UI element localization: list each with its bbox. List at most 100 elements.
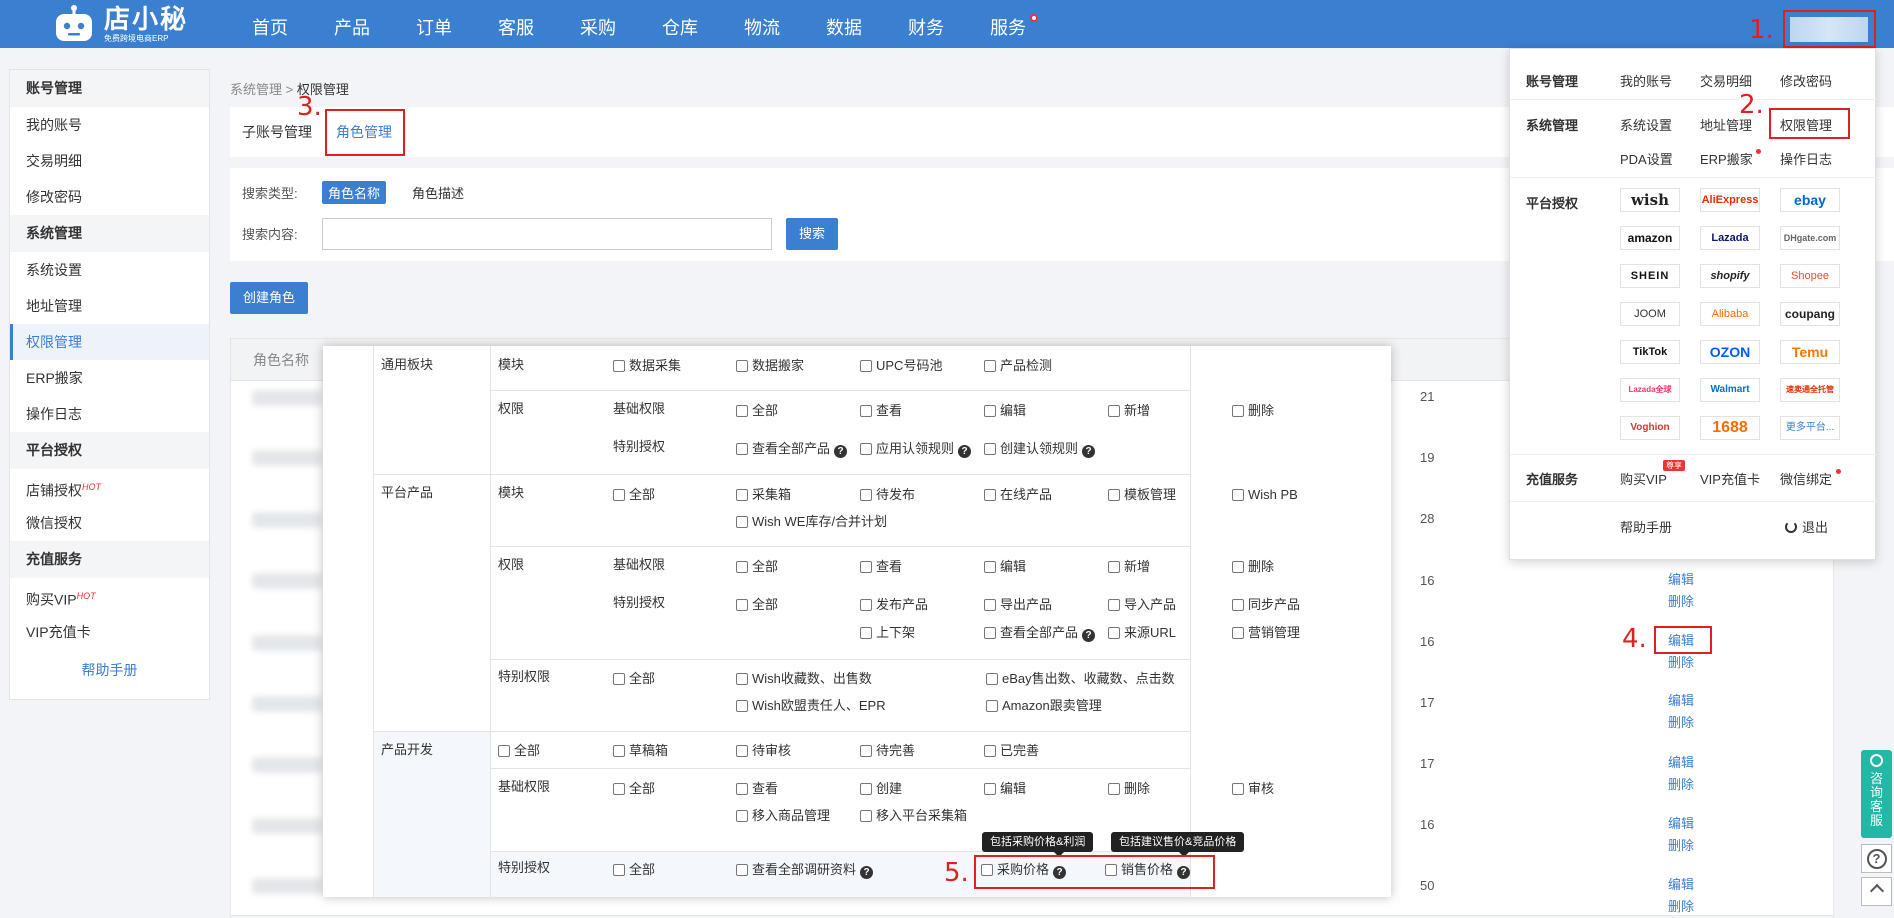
checkbox[interactable] bbox=[984, 489, 996, 501]
checkbox[interactable] bbox=[860, 810, 872, 822]
perm-checkbox[interactable]: 导出产品 bbox=[984, 596, 1052, 614]
perm-checkbox[interactable]: 上下架 bbox=[860, 624, 915, 642]
platform-shopee-logo[interactable]: Shopee bbox=[1780, 264, 1840, 288]
sidebar-item-change-password[interactable]: 修改密码 bbox=[10, 179, 209, 215]
perm-checkbox[interactable]: 全部 bbox=[736, 402, 778, 420]
sidebar-item-buy-vip[interactable]: 购买VIPHOT bbox=[10, 578, 209, 614]
delete-link[interactable]: 删除 bbox=[1668, 835, 1694, 857]
help-icon[interactable]: ? bbox=[860, 866, 874, 879]
perm-checkbox[interactable]: Wish PB bbox=[1232, 486, 1298, 504]
perm-checkbox[interactable]: 已完善 bbox=[984, 742, 1039, 760]
search-button[interactable]: 搜索 bbox=[786, 218, 838, 250]
checkbox[interactable] bbox=[984, 360, 996, 372]
perm-checkbox[interactable]: 采集箱 bbox=[736, 486, 791, 504]
delete-link[interactable]: 删除 bbox=[1668, 712, 1694, 734]
nav-home[interactable]: 首页 bbox=[252, 0, 288, 48]
perm-checkbox[interactable]: 查看全部调研资料? bbox=[736, 861, 874, 879]
checkbox[interactable] bbox=[736, 864, 748, 876]
perm-checkbox[interactable]: 数据采集 bbox=[613, 357, 681, 375]
checkbox[interactable] bbox=[1108, 627, 1120, 639]
nav-warehouse[interactable]: 仓库 bbox=[662, 0, 698, 48]
perm-checkbox[interactable]: 编辑 bbox=[984, 402, 1026, 420]
breadcrumb-parent[interactable]: 系统管理 bbox=[230, 82, 282, 97]
dd-vip-card[interactable]: VIP充值卡 bbox=[1700, 469, 1760, 488]
platform-dhgate-logo[interactable]: DHgate.com bbox=[1780, 226, 1840, 250]
checkbox[interactable] bbox=[736, 810, 748, 822]
dd-logout[interactable]: 退出 bbox=[1785, 517, 1828, 536]
perm-checkbox[interactable]: 在线产品 bbox=[984, 486, 1052, 504]
delete-link[interactable]: 删除 bbox=[1668, 896, 1694, 918]
platform-1688-logo[interactable]: 1688 bbox=[1700, 416, 1760, 440]
perm-checkbox[interactable]: 导入产品 bbox=[1108, 596, 1176, 614]
dd-help[interactable]: 帮助手册 bbox=[1620, 517, 1672, 536]
help-icon[interactable]: ? bbox=[1082, 445, 1096, 458]
perm-checkbox[interactable]: 同步产品 bbox=[1232, 596, 1300, 614]
delete-link[interactable]: 删除 bbox=[1668, 591, 1694, 613]
checkbox[interactable] bbox=[736, 360, 748, 372]
perm-checkbox[interactable]: 查看 bbox=[860, 558, 902, 576]
sidebar-item-erp-move[interactable]: ERP搬家 bbox=[10, 360, 209, 396]
edit-link[interactable]: 编辑 bbox=[1668, 813, 1694, 835]
search-type-desc[interactable]: 角色描述 bbox=[406, 181, 470, 204]
dd-change-password[interactable]: 修改密码 bbox=[1780, 71, 1832, 90]
checkbox[interactable] bbox=[613, 360, 625, 372]
perm-checkbox[interactable]: Amazon跟卖管理 bbox=[986, 697, 1102, 715]
perm-checkbox[interactable]: 新增 bbox=[1108, 558, 1150, 576]
edit-link[interactable]: 编辑 bbox=[1668, 569, 1694, 591]
perm-checkbox[interactable]: 查看 bbox=[736, 780, 778, 798]
perm-checkbox[interactable]: 来源URL bbox=[1108, 624, 1176, 642]
checkbox[interactable] bbox=[860, 443, 872, 455]
perm-checkbox[interactable]: 创建 bbox=[860, 780, 902, 798]
checkbox[interactable] bbox=[986, 700, 998, 712]
checkbox[interactable] bbox=[736, 700, 748, 712]
perm-checkbox[interactable]: 应用认领规则? bbox=[860, 440, 972, 458]
perm-checkbox[interactable]: UPC号码池 bbox=[860, 357, 942, 375]
perm-checkbox[interactable]: 查看 bbox=[860, 402, 902, 420]
checkbox[interactable] bbox=[736, 443, 748, 455]
perm-checkbox[interactable]: 删除 bbox=[1108, 780, 1150, 798]
checkbox[interactable] bbox=[1232, 561, 1244, 573]
checkbox[interactable] bbox=[736, 745, 748, 757]
perm-checkbox[interactable]: 删除 bbox=[1232, 558, 1274, 576]
nav-purchase[interactable]: 采购 bbox=[580, 0, 616, 48]
checkbox[interactable] bbox=[736, 599, 748, 611]
perm-checkbox[interactable]: Wish欧盟责任人、EPR bbox=[736, 697, 886, 715]
platform-ebay-logo[interactable]: ebay bbox=[1780, 188, 1840, 212]
perm-checkbox[interactable]: 全部 bbox=[613, 780, 655, 798]
sidebar-item-store-auth[interactable]: 店铺授权HOT bbox=[10, 469, 209, 505]
platform-walmart-logo[interactable]: Walmart bbox=[1700, 378, 1760, 402]
delete-link[interactable]: 删除 bbox=[1668, 774, 1694, 796]
checkbox[interactable] bbox=[1108, 405, 1120, 417]
search-type-name[interactable]: 角色名称 bbox=[322, 181, 387, 204]
platform-lazada-global-logo[interactable]: Lazada全球 bbox=[1620, 378, 1680, 402]
perm-checkbox[interactable]: Wish收藏数、出售数 bbox=[736, 670, 872, 688]
sidebar-item-wechat-auth[interactable]: 微信授权 bbox=[10, 505, 209, 541]
nav-data[interactable]: 数据 bbox=[826, 0, 862, 48]
nav-services[interactable]: 服务 bbox=[990, 0, 1038, 48]
edit-link[interactable]: 编辑 bbox=[1668, 752, 1694, 774]
edit-link[interactable]: 编辑 bbox=[1668, 690, 1694, 712]
search-input[interactable] bbox=[322, 218, 772, 250]
sidebar-item-my-account[interactable]: 我的账号 bbox=[10, 107, 209, 143]
dd-buy-vip[interactable]: 购买VIP bbox=[1620, 469, 1667, 488]
platform-aliexpress-logo[interactable]: AliExpress bbox=[1700, 188, 1760, 212]
dd-transactions[interactable]: 交易明细 bbox=[1700, 71, 1752, 90]
platform-tiktok-logo[interactable]: TikTok bbox=[1620, 340, 1680, 364]
checkbox[interactable] bbox=[613, 783, 625, 795]
perm-checkbox[interactable]: 全部 bbox=[736, 596, 778, 614]
checkbox[interactable] bbox=[984, 627, 996, 639]
dd-wechat-bind[interactable]: 微信绑定 bbox=[1780, 469, 1841, 488]
perm-checkbox[interactable]: 编辑 bbox=[984, 780, 1026, 798]
perm-checkbox[interactable]: 审核 bbox=[1232, 780, 1274, 798]
perm-checkbox[interactable]: 全部 bbox=[613, 486, 655, 504]
sidebar-item-vip-card[interactable]: VIP充值卡 bbox=[10, 614, 209, 650]
dd-op-log[interactable]: 操作日志 bbox=[1780, 149, 1832, 168]
checkbox[interactable] bbox=[613, 489, 625, 501]
perm-checkbox[interactable]: 待完善 bbox=[860, 742, 915, 760]
checkbox[interactable] bbox=[736, 516, 748, 528]
perm-checkbox[interactable]: 查看全部产品? bbox=[736, 440, 848, 458]
platform-amazon-logo[interactable]: amazon bbox=[1620, 226, 1680, 250]
sidebar-item-op-log[interactable]: 操作日志 bbox=[10, 396, 209, 432]
nav-orders[interactable]: 订单 bbox=[416, 0, 452, 48]
perm-checkbox[interactable]: 创建认领规则? bbox=[984, 440, 1096, 458]
